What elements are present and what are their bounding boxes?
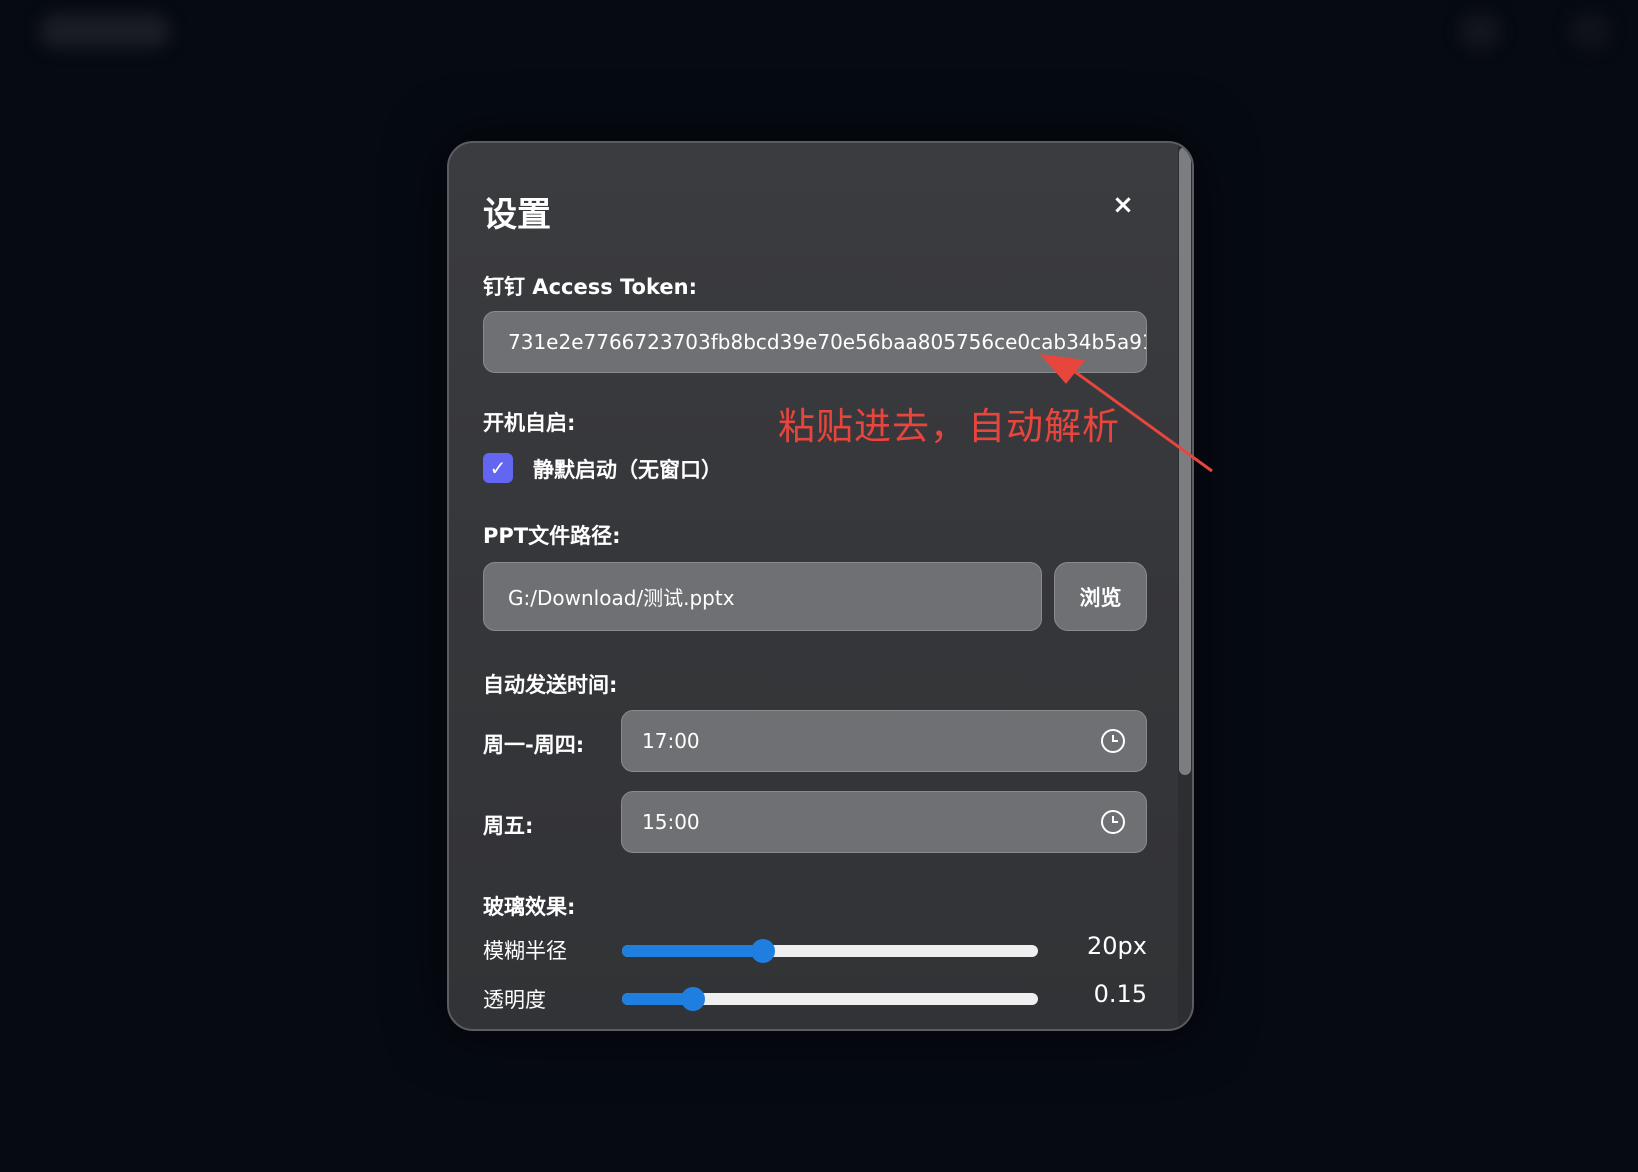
ppt-path-label: PPT文件路径: <box>483 524 621 548</box>
background-app-title <box>40 14 170 48</box>
background-control <box>1460 14 1500 48</box>
opacity-value: 0.15 <box>1093 980 1147 1008</box>
slider-thumb[interactable] <box>680 987 705 1011</box>
slider-thumb[interactable] <box>751 939 776 963</box>
background-control <box>1570 14 1610 48</box>
schedule-label: 自动发送时间: <box>483 673 618 697</box>
friday-time-label: 周五: <box>483 814 534 838</box>
token-input[interactable]: 731e2e7766723703fb8bcd39e70e56baa805756c… <box>483 311 1147 373</box>
blur-radius-label: 模糊半径 <box>483 939 567 963</box>
dialog-content: 设置 × 钉钉 Access Token: 731e2e7766723703fb… <box>483 143 1147 1029</box>
clock-icon[interactable] <box>1100 728 1126 754</box>
slider-fill <box>622 945 764 957</box>
dialog-scrollbar[interactable] <box>1178 143 1192 1029</box>
ppt-path-value: G:/Download/测试.pptx <box>508 586 735 610</box>
opacity-label: 透明度 <box>483 988 546 1012</box>
ppt-path-input[interactable]: G:/Download/测试.pptx <box>483 562 1042 631</box>
settings-dialog: 设置 × 钉钉 Access Token: 731e2e7766723703fb… <box>447 141 1194 1031</box>
token-label: 钉钉 Access Token: <box>483 275 697 299</box>
weekday-time-label: 周一-周四: <box>483 733 585 757</box>
silent-start-checkbox[interactable]: ✓ <box>483 453 513 483</box>
weekday-time-input[interactable]: 17:00 <box>621 710 1147 772</box>
close-icon[interactable]: × <box>1107 189 1139 221</box>
opacity-slider[interactable] <box>622 987 1038 1011</box>
clock-icon[interactable] <box>1100 809 1126 835</box>
annotation-text: 粘贴进去，自动解析 <box>778 405 1120 448</box>
friday-time-input[interactable]: 15:00 <box>621 791 1147 853</box>
blur-radius-slider[interactable] <box>622 939 1038 963</box>
dialog-title: 设置 <box>483 195 551 235</box>
glass-effect-label: 玻璃效果: <box>483 895 576 919</box>
token-value: 731e2e7766723703fb8bcd39e70e56baa805756c… <box>508 330 1147 354</box>
blur-radius-value: 20px <box>1087 932 1147 960</box>
autostart-label: 开机自启: <box>483 411 576 435</box>
silent-start-label[interactable]: 静默启动（无窗口） <box>533 454 722 484</box>
browse-button[interactable]: 浏览 <box>1054 562 1147 631</box>
friday-time-value: 15:00 <box>642 810 700 834</box>
weekday-time-value: 17:00 <box>642 729 700 753</box>
scrollbar-thumb[interactable] <box>1179 147 1191 775</box>
